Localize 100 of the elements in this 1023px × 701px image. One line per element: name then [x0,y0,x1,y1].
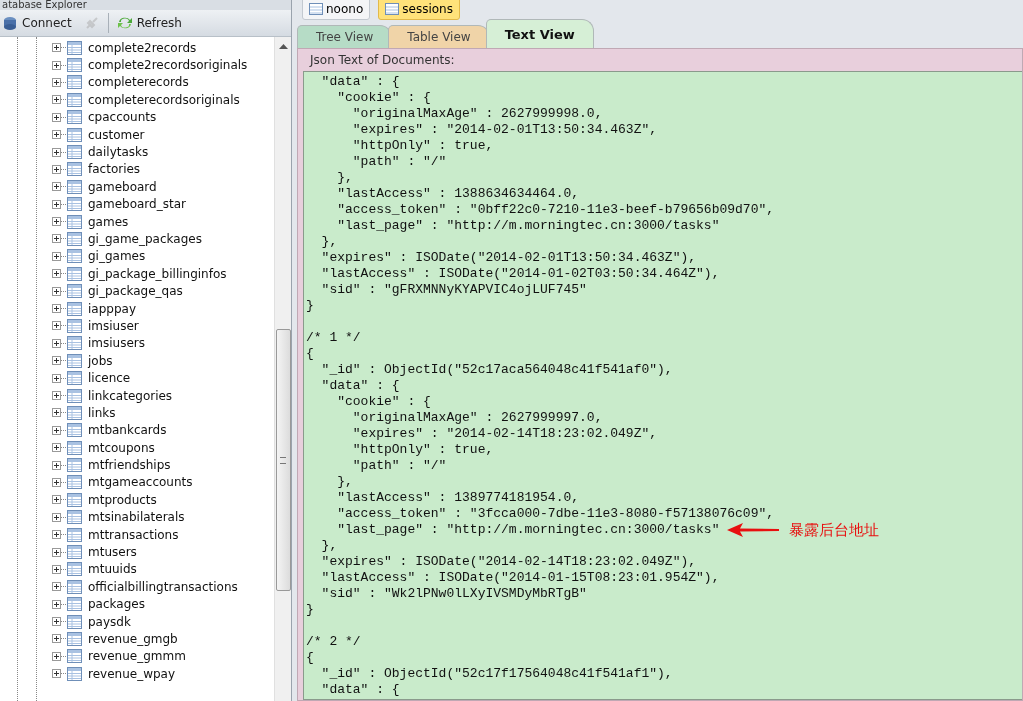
collection-name[interactable]: mtuuids [88,562,137,577]
collection-name[interactable]: mtproducts [88,492,157,507]
table-icon [67,353,82,368]
collection-name[interactable]: complete2recordsoriginals [88,58,248,73]
code-line: "lastAccess" : 1389774181954.0, [336,490,580,506]
collection-name[interactable]: completerecords [88,75,189,90]
expander-icon[interactable] [52,164,61,174]
collection-name[interactable]: officialbillingtransactions [88,579,238,594]
code-line: "data" : { [320,682,400,698]
connect-button[interactable]: Connect [0,14,76,32]
collection-name[interactable]: customer [88,127,145,142]
table-icon [67,510,82,525]
expander-icon[interactable] [52,147,61,157]
expander-icon[interactable] [52,460,61,470]
expander-icon[interactable] [52,269,61,279]
expander-icon[interactable] [52,425,61,435]
collection-name[interactable]: imsiuser [88,318,139,333]
collection-name[interactable]: jobs [88,353,113,368]
expander-icon[interactable] [52,582,61,592]
collection-name[interactable]: mtfriendships [88,458,171,473]
expander-icon[interactable] [52,321,61,331]
expander-icon[interactable] [52,338,61,348]
table-icon [67,92,82,107]
expander-icon[interactable] [52,217,61,227]
collection-name[interactable]: licence [88,371,131,386]
expander-icon[interactable] [52,251,61,261]
expander-icon[interactable] [52,43,61,53]
collection-name[interactable]: gi_games [88,249,146,264]
expander-icon[interactable] [52,512,61,522]
collection-name[interactable]: mtgameaccounts [88,475,193,490]
collection-name[interactable]: gameboard_star [88,197,186,212]
document-tab[interactable]: sessions [378,0,460,20]
expander-icon[interactable] [52,547,61,557]
table-icon [67,527,82,542]
collection-name[interactable]: dailytasks [88,145,149,160]
expander-icon[interactable] [52,391,61,400]
expander-icon[interactable] [52,495,61,505]
expander-icon[interactable] [52,530,61,540]
table-icon [67,614,82,629]
table-icon [67,266,82,281]
expander-icon[interactable] [52,408,61,418]
table-icon [67,179,82,194]
scroll-up-icon[interactable] [278,43,288,49]
expander-icon[interactable] [52,130,61,140]
table-icon [67,249,82,264]
collection-name[interactable]: complete2records [88,40,197,55]
collection-name[interactable]: mtbankcards [88,423,167,438]
expander-icon[interactable] [52,617,61,627]
expander-icon[interactable] [52,234,61,244]
collection-name[interactable]: cpaccounts [88,110,157,125]
arrow-icon [727,523,780,537]
view-tab[interactable]: Text View [485,19,594,48]
expander-icon[interactable] [52,356,61,366]
collection-name[interactable]: linkcategories [88,388,173,403]
expander-icon[interactable] [52,286,61,296]
collection-name[interactable]: mtcoupons [88,440,155,455]
code-line: "access_token" : "0bff22c0-7210-11e3-beef-b79656b09d70", [336,202,775,218]
expander-icon[interactable] [52,112,61,122]
code-line: }, [336,170,353,186]
collection-name[interactable]: gi_package_qas [88,284,183,299]
expander-icon[interactable] [52,669,61,679]
expander-icon[interactable] [52,60,61,70]
collection-name[interactable]: gi_package_billinginfos [88,266,227,281]
expander-icon[interactable] [52,477,61,487]
expander-icon[interactable] [52,599,61,609]
collection-name[interactable]: iapppay [88,301,136,316]
document-tab[interactable]: noono [302,0,371,20]
collection-name[interactable]: mtsinabilaterals [88,510,185,525]
expander-icon[interactable] [52,199,61,209]
collection-name[interactable]: mtusers [88,545,137,559]
expander-icon[interactable] [52,651,61,661]
table-icon [67,232,82,246]
collection-name[interactable]: packages [88,597,145,612]
expander-icon[interactable] [52,182,61,192]
code-line: }, [320,538,338,554]
expander-icon[interactable] [52,373,61,383]
code-line: "path" : "/" [351,458,447,474]
collection-name[interactable]: links [88,405,116,420]
code-line: } [306,298,314,314]
collection-name[interactable]: games [88,214,129,229]
expander-icon[interactable] [52,77,61,87]
collection-name[interactable]: revenue_wpay [88,666,176,681]
collection-name[interactable]: factories [88,162,141,177]
code-line: "expires" : ISODate("2014-02-01T13:50:34.463Z"), [320,250,697,266]
refresh-button[interactable]: Refresh [112,13,186,33]
expander-icon[interactable] [52,634,61,644]
collection-name[interactable]: mttransactions [88,527,179,542]
collection-name[interactable]: revenue_gmmm [88,649,186,664]
expander-icon[interactable] [52,564,61,574]
collection-name[interactable]: revenue_gmgb [88,631,178,646]
collection-name[interactable]: imsiusers [88,336,146,351]
collection-name[interactable]: paysdk [88,614,131,629]
collection-name[interactable]: gi_game_packages [88,232,202,246]
expander-icon[interactable] [52,443,61,453]
collection-name[interactable]: completerecordsoriginals [88,92,240,107]
expander-icon[interactable] [52,95,61,105]
table-icon [67,631,82,646]
collection-name[interactable]: gameboard [88,179,157,194]
expander-icon[interactable] [52,304,61,314]
scrollbar[interactable] [274,37,291,701]
